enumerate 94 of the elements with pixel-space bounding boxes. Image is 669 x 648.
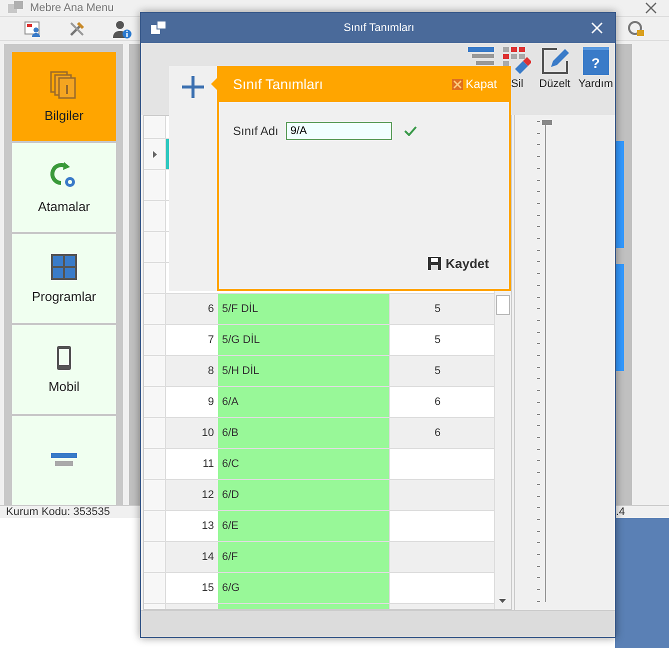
help-book-icon: ?: [582, 47, 609, 75]
row-header[interactable]: [144, 511, 166, 541]
phone-icon: [56, 344, 72, 371]
table-cell-text: 15: [200, 581, 215, 596]
list-icon: [468, 47, 494, 65]
table-row[interactable]: 7 5/G DİL 5: [144, 325, 494, 356]
row-header[interactable]: [144, 170, 166, 200]
sidebar-label: Bilgiler: [44, 108, 84, 123]
save-button[interactable]: Kaydet: [428, 256, 489, 271]
table-cell-text: 14: [200, 550, 215, 565]
sidebar-item[interactable]: Atamalar: [12, 142, 116, 232]
table-cell: 6/E: [218, 511, 389, 541]
plus-icon[interactable]: [182, 76, 204, 98]
sidebar-label: Mobil: [48, 378, 80, 394]
lock-settings-icon[interactable]: [627, 20, 645, 38]
status-text: Kurum Kodu: 353535: [6, 506, 110, 518]
table-row[interactable]: 9 6/A 6: [144, 387, 494, 418]
list-icon: [51, 453, 77, 468]
tools-icon[interactable]: [68, 20, 86, 38]
table-row[interactable]: 6 5/F DİL 5: [144, 294, 494, 325]
slider-thumb[interactable]: [542, 120, 552, 125]
row-header[interactable]: [144, 418, 166, 448]
table-cell: 5: [389, 294, 485, 324]
table-cell-text: 13: [200, 519, 215, 534]
toolbar-button[interactable]: Sil: [503, 47, 532, 90]
table-cell: 6: [389, 418, 485, 448]
table-row[interactable]: 11 6/C: [144, 449, 494, 480]
panel-title: Sınıf Tanımları: [233, 76, 324, 92]
row-header[interactable]: [144, 480, 166, 510]
table-cell-text: 6: [206, 302, 215, 317]
status-text: .4: [616, 506, 625, 518]
toolbar-button[interactable]: Düzelt: [539, 47, 570, 90]
table-row[interactable]: 12 6/D: [144, 480, 494, 511]
table-cell: 5/F DİL: [218, 294, 389, 324]
table-cell: 6/F: [218, 542, 389, 572]
table-cell: 6/D: [218, 480, 389, 510]
table-cell: 6/G: [218, 573, 389, 603]
sidebar-item[interactable]: Programlar: [12, 234, 116, 323]
table-row[interactable]: 15 6/G: [144, 573, 494, 604]
grid-eraser-icon: [503, 47, 532, 75]
table-cell-text: 12: [200, 488, 215, 503]
row-header[interactable]: [144, 387, 166, 417]
app-logo-icon: [151, 21, 167, 35]
row-header[interactable]: [144, 356, 166, 386]
table-row[interactable]: 13 6/E: [144, 511, 494, 542]
row-header[interactable]: [144, 573, 166, 603]
table-row[interactable]: 14 6/F: [144, 542, 494, 573]
table-cell: 6/B: [218, 418, 389, 448]
grid-icon: [50, 252, 78, 281]
table-cell: 6/C: [218, 449, 389, 479]
sidebar-item[interactable]: [12, 416, 116, 505]
row-header[interactable]: [144, 263, 166, 293]
table-cell: 6: [389, 387, 485, 417]
scroll-down-icon[interactable]: [499, 599, 506, 603]
row-header[interactable]: [144, 325, 166, 355]
dialog-title: Sınıf Tanımları: [342, 22, 416, 34]
window-title: Mebre Ana Menu: [30, 2, 114, 14]
row-header[interactable]: [144, 139, 166, 169]
scroll-thumb[interactable]: [496, 295, 510, 315]
edit-icon: [540, 47, 569, 75]
table-row[interactable]: 8 5/H DİL 5: [144, 356, 494, 387]
check-icon: [404, 126, 418, 136]
table-cell-text: 11: [202, 457, 215, 472]
table-cell: 5: [389, 356, 485, 386]
row-header[interactable]: [144, 294, 166, 324]
sidebar-label: Atamalar: [38, 198, 90, 214]
sidebar-item[interactable]: Mobil: [12, 324, 116, 414]
row-header[interactable]: [144, 449, 166, 479]
table-row[interactable]: 10 6/B 6: [144, 418, 494, 449]
table-cell-text: 7: [206, 333, 215, 348]
table-cell: 5: [389, 325, 485, 355]
input-field[interactable]: 9/A: [286, 122, 392, 140]
toolbar-button[interactable]: ? Yardım: [578, 47, 613, 90]
close-icon[interactable]: [645, 2, 657, 14]
close-icon: [452, 78, 463, 90]
field-label: Sınıf Adı: [233, 124, 278, 138]
table-cell: 5/G DİL: [218, 325, 389, 355]
sidebar-label: Programlar: [32, 288, 96, 304]
app-logo-icon: [8, 1, 24, 16]
user-card-icon[interactable]: [24, 20, 42, 38]
table-cell: 5/H DİL: [218, 356, 389, 386]
row-header[interactable]: [144, 542, 166, 572]
row-header[interactable]: [144, 232, 166, 262]
table-cell: 6/A: [218, 387, 389, 417]
user-info-icon[interactable]: [112, 18, 132, 38]
toolbar-button[interactable]: [467, 47, 496, 65]
table-cell-text: 9: [206, 395, 215, 410]
row-header[interactable]: [144, 201, 166, 231]
current-row-icon: [152, 150, 156, 158]
table-cell-text: 8: [206, 364, 215, 379]
sidebar-item[interactable]: Bilgiler: [12, 52, 116, 141]
table-cell-text: 10: [200, 426, 215, 441]
current-row-marker: [166, 139, 169, 169]
documents-icon: [49, 70, 79, 100]
